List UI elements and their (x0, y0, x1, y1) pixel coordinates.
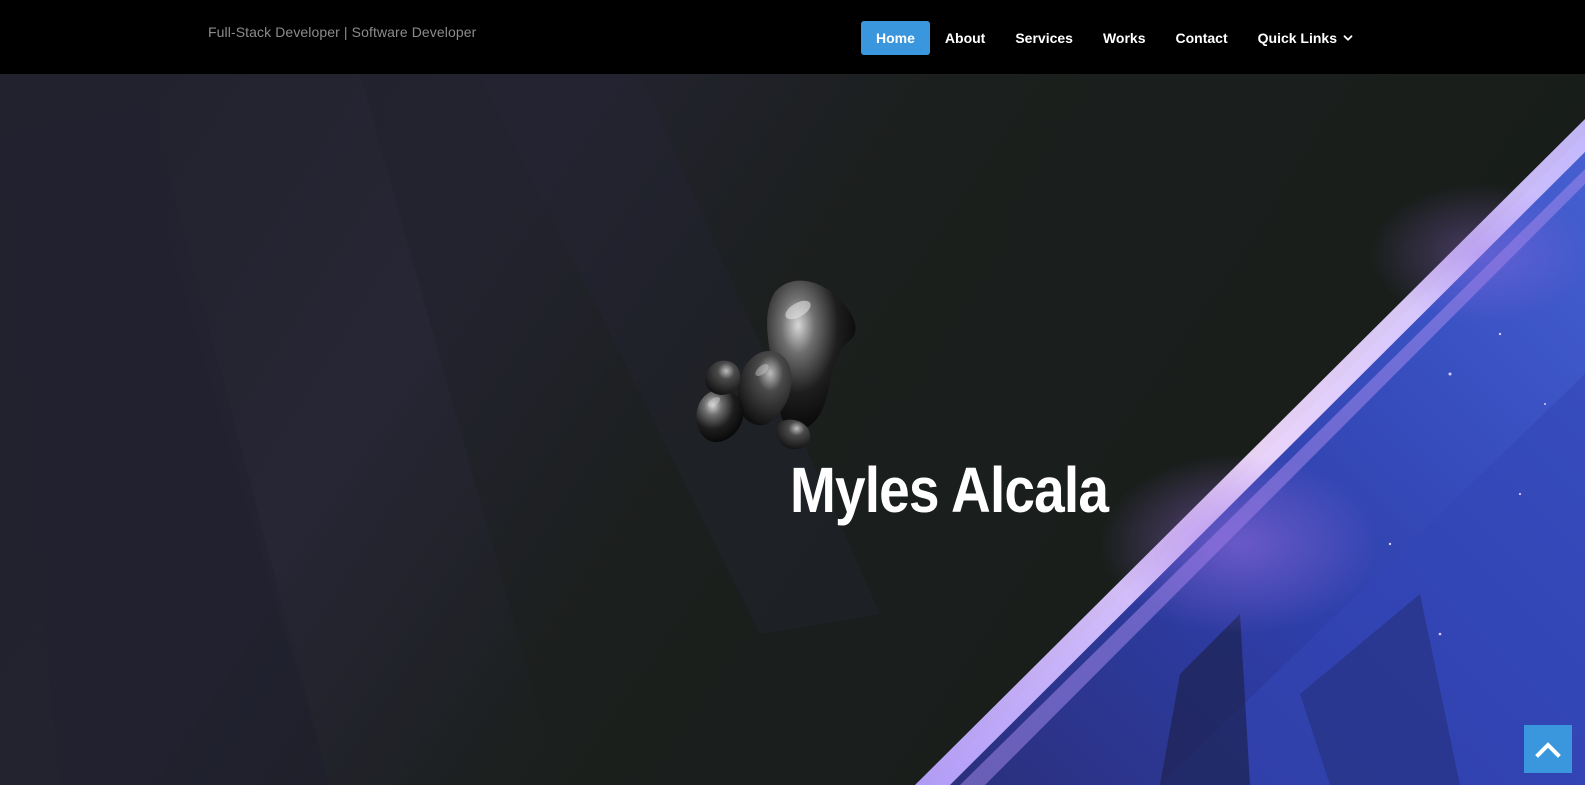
nav-quick-links-dropdown[interactable]: Quick Links (1243, 21, 1369, 55)
nav-home-link[interactable]: Home (861, 21, 930, 55)
chevron-down-icon (1343, 35, 1353, 41)
quick-links-label: Quick Links (1257, 30, 1337, 46)
chevron-up-icon (1535, 742, 1561, 758)
nav-about-link[interactable]: About (930, 21, 1000, 55)
back-to-top-button[interactable] (1524, 725, 1572, 773)
hero-section: Myles Alcala (0, 74, 1585, 785)
site-tagline: Full-Stack Developer | Software Develope… (208, 24, 477, 40)
main-nav: Home About Services Works Contact Quick … (861, 21, 1369, 55)
nav-services-link[interactable]: Services (1000, 21, 1088, 55)
nav-contact-link[interactable]: Contact (1161, 21, 1243, 55)
site-header: Full-Stack Developer | Software Develope… (0, 0, 1585, 74)
nav-works-link[interactable]: Works (1088, 21, 1161, 55)
page: Full-Stack Developer | Software Develope… (0, 0, 1585, 785)
abstract-blob-art (696, 280, 856, 450)
hero-title: Myles Alcala (790, 454, 1109, 526)
